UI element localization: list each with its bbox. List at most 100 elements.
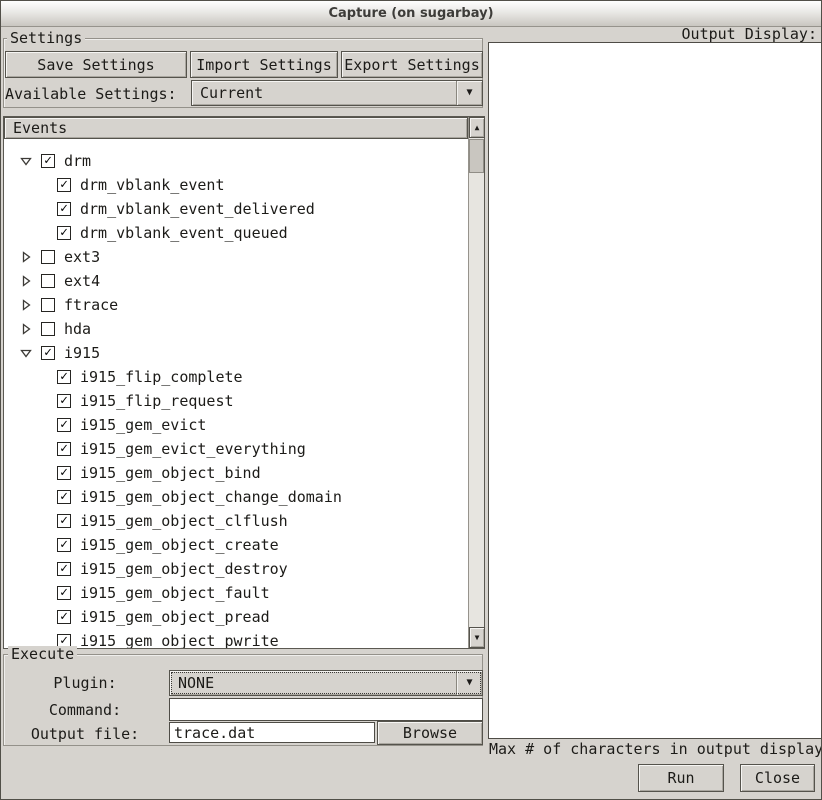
close-button[interactable]: Close <box>740 764 815 792</box>
checkbox-unchecked[interactable] <box>41 322 55 336</box>
chevron-down-icon: ▼ <box>456 81 482 105</box>
output-display-label: Output Display: <box>682 25 817 43</box>
tree-item-label: i915_flip_complete <box>80 368 243 386</box>
tree-row-i915_gem_evict[interactable]: ✓ i915_gem_evict <box>4 413 468 437</box>
tree-row-drm_vblank_event[interactable]: ✓ drm_vblank_event <box>4 173 468 197</box>
expander-closed-icon[interactable] <box>20 251 32 263</box>
tree-row-i915_gem_object_pread[interactable]: ✓ i915_gem_object_pread <box>4 605 468 629</box>
checkbox-checked[interactable]: ✓ <box>57 418 71 432</box>
scroll-up-button[interactable]: ▲ <box>469 117 485 138</box>
max-chars-label: Max # of characters in output display <box>489 740 822 758</box>
checkbox-checked[interactable]: ✓ <box>57 394 71 408</box>
tree-item-label: i915 <box>64 344 100 362</box>
output-file-label: Output file: <box>5 723 165 745</box>
checkbox-checked[interactable]: ✓ <box>57 202 71 216</box>
events-column-header[interactable]: Events <box>4 117 468 139</box>
available-settings-value: Current <box>192 81 456 105</box>
events-scrollbar[interactable]: ▲ ▼ <box>468 117 484 648</box>
checkbox-checked[interactable]: ✓ <box>57 562 71 576</box>
expander-closed-icon[interactable] <box>20 323 32 335</box>
checkbox-checked[interactable]: ✓ <box>57 514 71 528</box>
scroll-down-icon: ▼ <box>475 634 480 642</box>
tree-item-label: i915_gem_object_clflush <box>80 512 288 530</box>
tree-row-i915_gem_object_create[interactable]: ✓ i915_gem_object_create <box>4 533 468 557</box>
expander-closed-icon[interactable] <box>20 275 32 287</box>
tree-item-label: i915_gem_object_fault <box>80 584 270 602</box>
tree-row-ext3[interactable]: ext3 <box>4 245 468 269</box>
execute-legend: Execute <box>8 646 77 662</box>
browse-button[interactable]: Browse <box>377 721 483 745</box>
tree-row-i915_gem_object_clflush[interactable]: ✓ i915_gem_object_clflush <box>4 509 468 533</box>
plugin-dropdown[interactable]: NONE ▼ <box>169 670 483 696</box>
window-title: Capture (on sugarbay) <box>328 6 493 21</box>
output-file-input[interactable] <box>169 722 375 743</box>
checkbox-checked[interactable]: ✓ <box>57 178 71 192</box>
checkbox-unchecked[interactable] <box>41 298 55 312</box>
tree-item-label: ext3 <box>64 248 100 266</box>
tree-row-hda[interactable]: hda <box>4 317 468 341</box>
tree-item-label: i915_gem_evict <box>80 416 206 434</box>
command-label: Command: <box>5 699 165 721</box>
checkbox-checked[interactable]: ✓ <box>57 490 71 504</box>
tree-item-label: i915_gem_object_create <box>80 536 279 554</box>
checkbox-checked[interactable]: ✓ <box>57 370 71 384</box>
settings-legend: Settings <box>7 30 85 46</box>
tree-row-ext4[interactable]: ext4 <box>4 269 468 293</box>
run-button[interactable]: Run <box>638 764 724 792</box>
plugin-value: NONE <box>170 671 456 695</box>
tree-item-label: i915_gem_evict_everything <box>80 440 306 458</box>
tree-item-label: drm_vblank_event_delivered <box>80 200 315 218</box>
tree-item-label: drm_vblank_event_queued <box>80 224 288 242</box>
capture-window: Capture (on sugarbay) Settings Save Sett… <box>0 0 822 800</box>
expander-closed-icon[interactable] <box>20 299 32 311</box>
checkbox-checked[interactable]: ✓ <box>57 610 71 624</box>
checkbox-checked[interactable]: ✓ <box>41 154 55 168</box>
tree-item-label: i915_gem_object_pwrite <box>80 632 279 648</box>
tree-row-ftrace[interactable]: ftrace <box>4 293 468 317</box>
tree-item-label: ftrace <box>64 296 118 314</box>
tree-row-i915_gem_object_bind[interactable]: ✓ i915_gem_object_bind <box>4 461 468 485</box>
tree-row-i915_flip_complete[interactable]: ✓ i915_flip_complete <box>4 365 468 389</box>
checkbox-checked[interactable]: ✓ <box>57 586 71 600</box>
tree-row-i915_gem_object_fault[interactable]: ✓ i915_gem_object_fault <box>4 581 468 605</box>
scroll-up-icon: ▲ <box>475 124 480 132</box>
expander-open-icon[interactable] <box>20 155 32 167</box>
checkbox-checked[interactable]: ✓ <box>41 346 55 360</box>
checkbox-checked[interactable]: ✓ <box>57 538 71 552</box>
tree-item-label: i915_flip_request <box>80 392 234 410</box>
import-settings-button[interactable]: Import Settings <box>190 51 338 78</box>
checkbox-checked[interactable]: ✓ <box>57 466 71 480</box>
plugin-label: Plugin: <box>5 672 165 694</box>
chevron-down-icon: ▼ <box>456 671 482 695</box>
tree-item-label: i915_gem_object_destroy <box>80 560 288 578</box>
tree-row-i915[interactable]: ✓ i915 <box>4 341 468 365</box>
scroll-down-button[interactable]: ▼ <box>469 627 485 648</box>
tree-item-label: ext4 <box>64 272 100 290</box>
scrollbar-thumb[interactable] <box>469 139 484 173</box>
expander-open-icon[interactable] <box>20 347 32 359</box>
available-settings-dropdown[interactable]: Current ▼ <box>191 80 483 106</box>
save-settings-button[interactable]: Save Settings <box>5 51 187 78</box>
tree-item-label: hda <box>64 320 91 338</box>
checkbox-checked[interactable]: ✓ <box>57 442 71 456</box>
tree-row-drm_vblank_event_delivered[interactable]: ✓ drm_vblank_event_delivered <box>4 197 468 221</box>
tree-row-drm[interactable]: ✓ drm <box>4 149 468 173</box>
tree-item-label: i915_gem_object_pread <box>80 608 270 626</box>
available-settings-label: Available Settings: <box>5 83 177 105</box>
checkbox-unchecked[interactable] <box>41 274 55 288</box>
tree-row-i915_flip_request[interactable]: ✓ i915_flip_request <box>4 389 468 413</box>
tree-row-i915_gem_object_change_domain[interactable]: ✓ i915_gem_object_change_domain <box>4 485 468 509</box>
tree-row-i915_gem_evict_everything[interactable]: ✓ i915_gem_evict_everything <box>4 437 468 461</box>
tree-row-drm_vblank_event_queued[interactable]: ✓ drm_vblank_event_queued <box>4 221 468 245</box>
checkbox-unchecked[interactable] <box>41 250 55 264</box>
tree-item-label: drm_vblank_event <box>80 176 225 194</box>
titlebar[interactable]: Capture (on sugarbay) <box>1 1 821 27</box>
tree-item-label: i915_gem_object_change_domain <box>80 488 342 506</box>
command-input[interactable] <box>169 698 483 721</box>
checkbox-checked[interactable]: ✓ <box>57 226 71 240</box>
export-settings-button[interactable]: Export Settings <box>341 51 483 78</box>
tree-item-label: drm <box>64 152 91 170</box>
tree-row-i915_gem_object_destroy[interactable]: ✓ i915_gem_object_destroy <box>4 557 468 581</box>
output-display-area[interactable] <box>488 42 822 739</box>
tree-item-label: i915_gem_object_bind <box>80 464 261 482</box>
